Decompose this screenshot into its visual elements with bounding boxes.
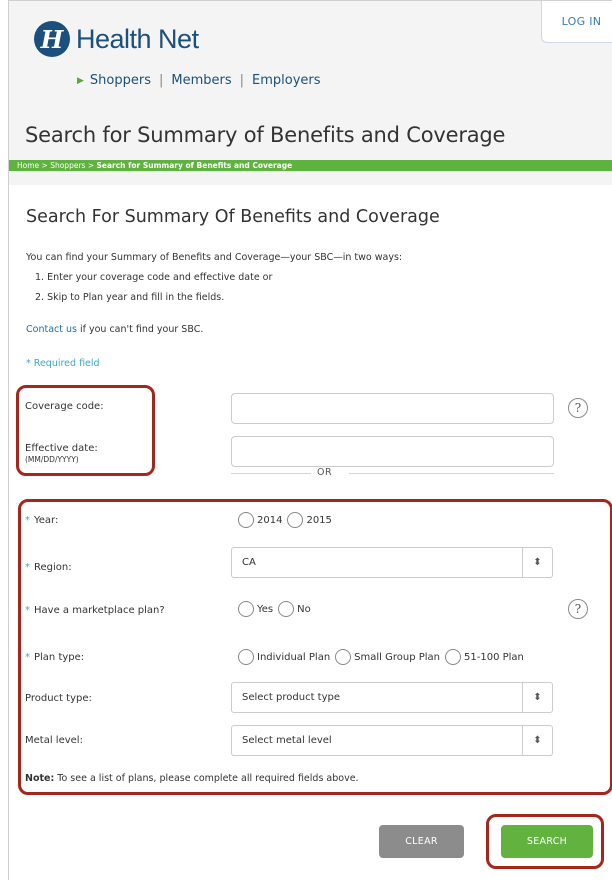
site-header: H Health Net LOG IN ▶ Shoppers | Members… — [9, 1, 612, 185]
nav-arrow-icon: ▶ — [77, 75, 84, 86]
breadcrumb-current: Search for Summary of Benefits and Cover… — [96, 161, 293, 170]
required-field-note: * Required field — [26, 358, 100, 369]
intro-step-2: 2. Skip to Plan year and fill in the fie… — [35, 292, 225, 303]
intro-lead: You can find your Summary of Benefits an… — [26, 252, 403, 263]
health-net-logo[interactable]: H Health Net — [34, 21, 199, 57]
contact-line: Contact us if you can't find your SBC. — [26, 324, 203, 335]
breadcrumb: Home > Shoppers > Search for Summary of … — [9, 160, 612, 171]
or-divider-left — [231, 473, 311, 474]
contact-us-link[interactable]: Contact us — [26, 324, 77, 335]
breadcrumb-links[interactable]: Home > Shoppers > — [17, 161, 96, 170]
coverage-code-help-icon[interactable]: ? — [568, 398, 588, 418]
login-button[interactable]: LOG IN — [541, 1, 612, 43]
effective-date-input[interactable] — [231, 436, 554, 467]
section-heading: Search For Summary Of Benefits and Cover… — [26, 207, 440, 227]
nav-link-members[interactable]: Members — [171, 73, 231, 88]
or-divider-right — [349, 473, 554, 474]
contact-line-text: if you can't find your SBC. — [76, 324, 204, 335]
highlight-plan-fields — [18, 499, 612, 795]
highlight-search-button — [486, 814, 604, 869]
audience-nav: ▶ Shoppers | Members | Employers — [77, 73, 321, 88]
intro-step-1: 1. Enter your coverage code and effectiv… — [35, 272, 273, 283]
page-title: Search for Summary of Benefits and Cover… — [25, 123, 506, 147]
brand-name: Health Net — [76, 23, 199, 54]
highlight-coverage-fields — [16, 385, 155, 476]
nav-link-employers[interactable]: Employers — [252, 73, 321, 88]
coverage-code-input[interactable] — [231, 393, 554, 424]
clear-button[interactable]: CLEAR — [379, 825, 464, 858]
or-divider-text: OR — [317, 467, 333, 478]
nav-link-shoppers[interactable]: Shoppers — [90, 73, 151, 88]
nav-separator: | — [159, 73, 164, 88]
logo-mark-icon: H — [34, 21, 70, 57]
nav-separator: | — [239, 73, 245, 88]
page-frame: H Health Net LOG IN ▶ Shoppers | Members… — [8, 0, 612, 880]
